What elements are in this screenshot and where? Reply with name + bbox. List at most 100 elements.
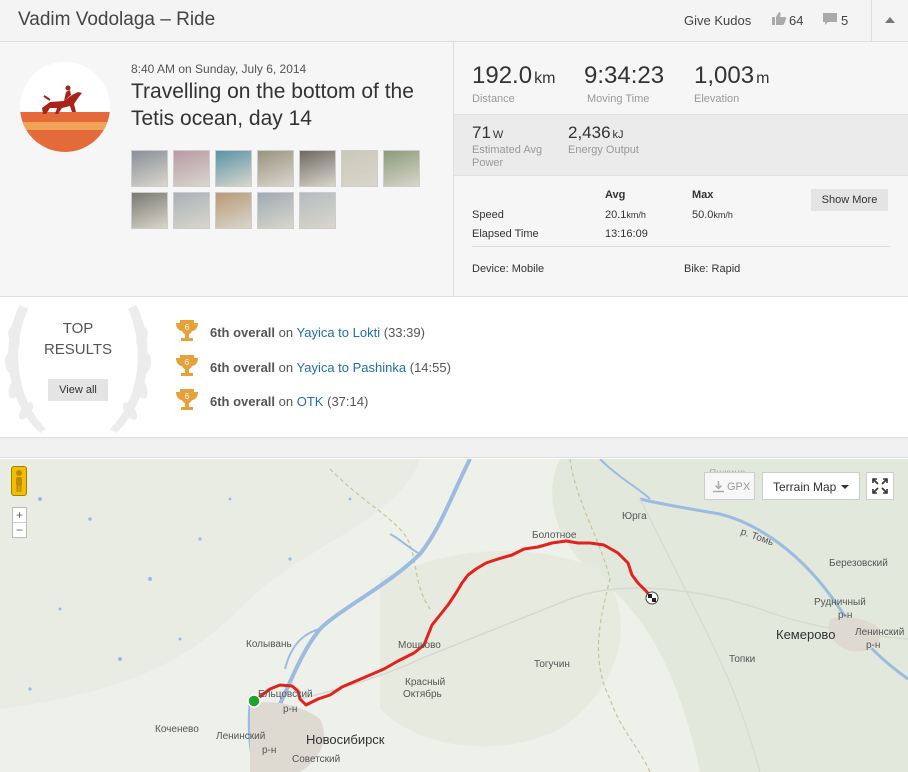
elapsed-time-label: Elapsed Time <box>472 228 539 240</box>
activity-title: Travelling on the bottom of the Tetis oc… <box>131 80 414 130</box>
activity-photo[interactable] <box>257 192 294 229</box>
top-results-heading-line2: RESULTS <box>43 341 113 358</box>
avatar[interactable] <box>20 62 110 152</box>
gpx-label: GPX <box>727 481 751 493</box>
activity-photo[interactable] <box>173 192 210 229</box>
activity-header: Vadim Vodolaga – Ride Give Kudos 64 5 <box>0 0 908 42</box>
activity-summary: 8:40 AM on Sunday, July 6, 2014 Travelli… <box>0 42 454 296</box>
speed-max: 50.0km/h <box>692 209 733 221</box>
map-label: Октябрь <box>403 689 442 700</box>
segment-link[interactable]: OTK <box>297 394 324 409</box>
finish-marker[interactable] <box>645 591 659 605</box>
top-results-heading: TOP RESULTS <box>30 318 126 360</box>
chevron-up-icon <box>885 17 895 23</box>
activity-stats: 192.0 km Distance 9:34:23 Moving Time 1,0… <box>454 42 908 296</box>
elevation-label: Elevation <box>694 93 740 105</box>
map-label: р-н <box>262 745 277 756</box>
activity-date: 8:40 AM on Sunday, July 6, 2014 <box>131 62 307 76</box>
activity-photo[interactable] <box>215 192 252 229</box>
activity-photo[interactable] <box>341 150 378 187</box>
segment-time: (33:39) <box>383 325 425 340</box>
result-on: on <box>278 325 294 340</box>
map-type-label: Terrain Map <box>773 480 837 494</box>
map-label: р-н <box>283 704 298 715</box>
result-text: 6th overall on Yayica to Pashinka (14:55… <box>210 360 451 375</box>
map-label: Кемерово <box>776 627 836 642</box>
result-text: 6th overall on OTK (37:14) <box>210 394 368 409</box>
avg-header: Avg <box>605 189 626 201</box>
result-on: on <box>278 394 294 409</box>
download-icon <box>713 481 724 493</box>
result-on: on <box>278 360 294 375</box>
energy-value: 2,436 kJ <box>568 123 624 142</box>
segment-link[interactable]: Yayica to Lokti <box>297 325 381 340</box>
map-terrain <box>0 459 908 772</box>
map-type-select[interactable]: Terrain Map <box>762 472 860 500</box>
comment-icon[interactable] <box>822 12 838 26</box>
result-rank: 6th overall <box>210 325 276 340</box>
activity-photo[interactable] <box>131 192 168 229</box>
fullscreen-button[interactable] <box>866 472 894 500</box>
max-header: Max <box>692 189 714 201</box>
result-rank: 6th overall <box>210 394 276 409</box>
elapsed-time-value: 13:16:09 <box>605 228 648 240</box>
map-label: р-н <box>866 640 881 651</box>
power-value: 71 W <box>472 123 504 142</box>
zoom-out-button[interactable]: − <box>13 523 26 538</box>
collapse-button[interactable] <box>871 0 908 42</box>
map-label: Болотное <box>532 530 577 541</box>
distance-value: 192.0 km <box>472 62 556 89</box>
segment-time: (37:14) <box>327 394 369 409</box>
map-label: Коченево <box>155 724 199 735</box>
activity-photo[interactable] <box>299 150 336 187</box>
give-kudos-link[interactable]: Give Kudos <box>684 13 751 28</box>
device-info: Device: Mobile <box>472 263 545 275</box>
trophy-rank: 6 <box>185 392 190 401</box>
top-results: TOP RESULTS View all 6 6th overall on Ya… <box>0 296 908 438</box>
chevron-down-icon <box>841 485 849 489</box>
trophy-rank: 6 <box>185 323 190 332</box>
trophy-icon: 6 <box>176 355 198 376</box>
map-label: Мошково <box>398 640 441 651</box>
rider-horse-avatar-icon <box>20 62 110 152</box>
fullscreen-icon <box>872 478 888 494</box>
result-text: 6th overall on Yayica to Lokti (33:39) <box>210 325 425 340</box>
speed-label: Speed <box>472 209 504 221</box>
map-label: Юрга <box>622 511 647 522</box>
map-label: Новосибирск <box>306 732 385 747</box>
power-energy-band: 71 W Estimated Avg Power 2,436 kJ Energy O… <box>454 114 908 176</box>
segment-link[interactable]: Yayica to Pashinka <box>297 360 407 375</box>
activity-photo[interactable] <box>131 150 168 187</box>
section-gap <box>0 438 908 458</box>
trophy-rank: 6 <box>185 358 190 367</box>
segment-time: (14:55) <box>409 360 451 375</box>
activity-photo[interactable] <box>383 150 420 187</box>
show-more-button[interactable]: Show More <box>811 189 888 211</box>
result-rank: 6th overall <box>210 360 276 375</box>
map-label: Красный <box>405 677 446 688</box>
comment-count[interactable]: 5 <box>841 13 848 28</box>
route-map[interactable]: Яшкино Юрга Болотное р. Томь Березовский… <box>0 459 908 772</box>
zoom-control: + − <box>12 507 27 538</box>
kudos-count[interactable]: 64 <box>789 13 803 28</box>
activity-photo[interactable] <box>215 150 252 187</box>
bike-info: Bike: Rapid <box>684 263 741 275</box>
activity-photo[interactable] <box>257 150 294 187</box>
energy-label: Energy Output <box>568 144 639 156</box>
gpx-download-button[interactable]: GPX <box>704 472 755 500</box>
street-view-pegman-icon[interactable] <box>11 466 27 496</box>
zoom-in-button[interactable]: + <box>13 508 26 523</box>
distance-label: Distance <box>472 93 515 105</box>
activity-photo[interactable] <box>173 150 210 187</box>
speed-avg: 20.1km/h <box>605 209 646 221</box>
activity-photo[interactable] <box>299 192 336 229</box>
trophy-icon: 6 <box>176 389 198 410</box>
moving-time-label: Moving Time <box>587 93 650 105</box>
map-label: Колывань <box>246 639 292 650</box>
thumbs-up-icon[interactable] <box>771 11 787 25</box>
elevation-value: 1,003 m <box>694 62 770 89</box>
map-label: Советский <box>292 754 341 765</box>
power-label: Estimated Avg Power <box>472 144 543 169</box>
moving-time-value: 9:34:23 <box>584 62 665 89</box>
view-all-button[interactable]: View all <box>48 379 108 401</box>
